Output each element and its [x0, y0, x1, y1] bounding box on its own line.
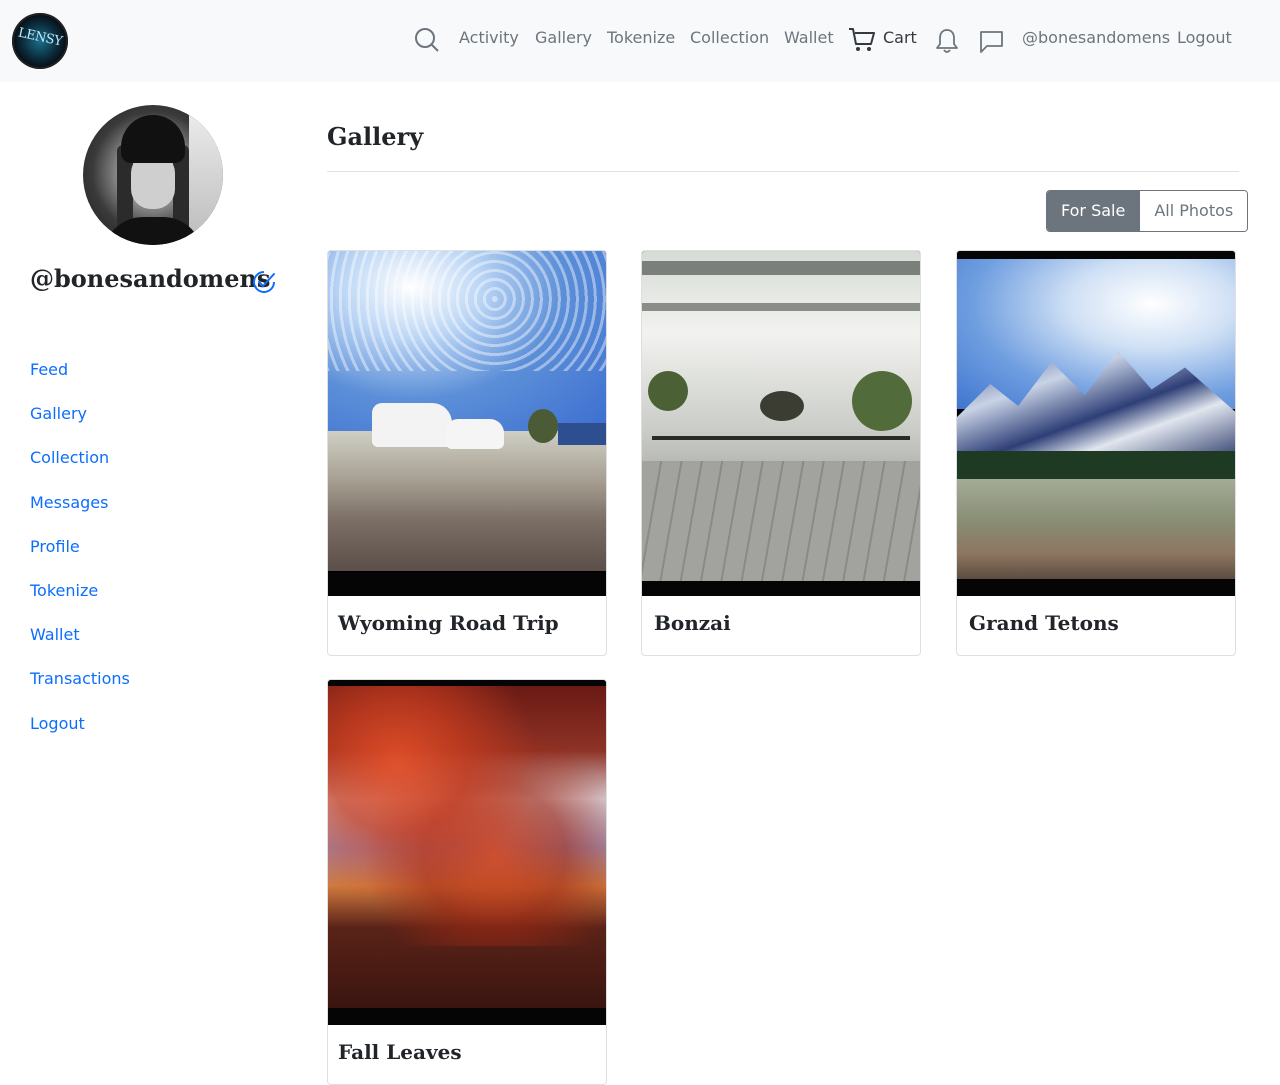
sidebar-link-gallery[interactable]: Gallery [30, 404, 87, 423]
photo-title[interactable]: Grand Tetons [969, 611, 1119, 635]
photo-card[interactable]: Bonzai [641, 250, 921, 656]
bell-icon[interactable] [935, 27, 959, 59]
nav-gallery[interactable]: Gallery [535, 28, 592, 47]
verified-badge-icon [252, 270, 276, 298]
photo-image[interactable] [328, 251, 606, 596]
photo-image[interactable] [328, 680, 606, 1025]
photo-title[interactable]: Bonzai [654, 611, 731, 635]
sidebar-link-collection[interactable]: Collection [30, 448, 109, 467]
sidebar-link-messages[interactable]: Messages [30, 493, 108, 512]
nav-logout[interactable]: Logout [1177, 28, 1232, 47]
sidebar-link-wallet[interactable]: Wallet [30, 625, 80, 644]
top-navbar: LENSY Activity Gallery Tokenize Collecti… [0, 0, 1280, 82]
page-title: Gallery [327, 122, 424, 151]
divider [327, 171, 1239, 172]
photo-card[interactable]: Grand Tetons [956, 250, 1236, 656]
nav-collection[interactable]: Collection [690, 28, 769, 47]
profile-username: @bonesandomens [30, 264, 271, 293]
logo-text: LENSY [16, 25, 64, 50]
photo-title[interactable]: Wyoming Road Trip [338, 611, 559, 635]
for-sale-button[interactable]: For Sale [1047, 191, 1140, 231]
nav-activity[interactable]: Activity [459, 28, 519, 47]
sidebar-link-profile[interactable]: Profile [30, 537, 80, 556]
nav-tokenize[interactable]: Tokenize [607, 28, 675, 47]
sidebar-link-transactions[interactable]: Transactions [30, 669, 130, 688]
message-icon[interactable] [979, 29, 1005, 59]
search-icon[interactable] [414, 27, 440, 57]
photo-image[interactable] [642, 251, 920, 596]
sidebar-link-feed[interactable]: Feed [30, 360, 68, 379]
photo-title[interactable]: Fall Leaves [338, 1040, 462, 1064]
brand-logo[interactable]: LENSY [12, 13, 68, 69]
avatar [83, 105, 223, 245]
cart-icon[interactable] [848, 26, 876, 58]
nav-cart[interactable]: Cart [883, 28, 917, 47]
nav-user[interactable]: @bonesandomens [1022, 28, 1170, 47]
nav-wallet[interactable]: Wallet [784, 28, 834, 47]
gallery-filter-toggle: For Sale All Photos [1046, 190, 1249, 232]
sidebar-link-logout[interactable]: Logout [30, 714, 85, 733]
photo-image[interactable] [957, 251, 1235, 596]
photo-card[interactable]: Wyoming Road Trip [327, 250, 607, 656]
photo-card[interactable]: Fall Leaves [327, 679, 607, 1085]
all-photos-button[interactable]: All Photos [1139, 191, 1248, 231]
sidebar-link-tokenize[interactable]: Tokenize [30, 581, 98, 600]
